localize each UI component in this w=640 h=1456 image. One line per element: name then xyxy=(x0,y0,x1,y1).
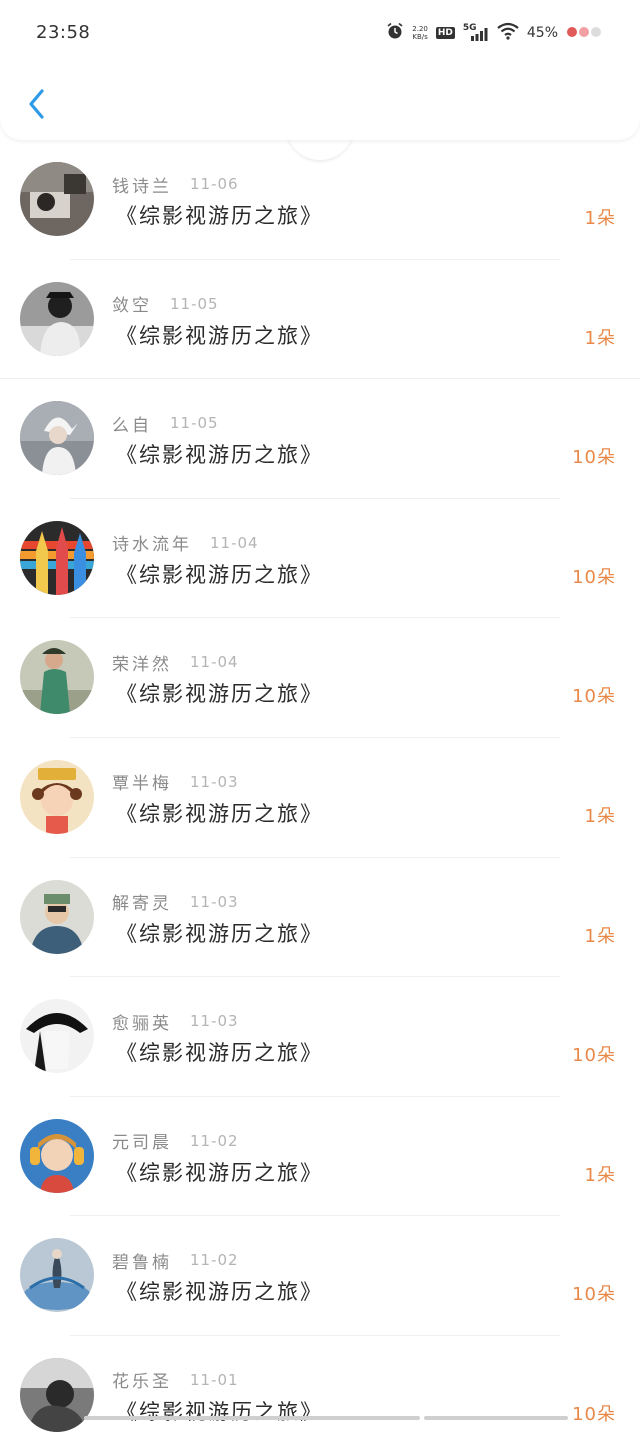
avatar xyxy=(20,401,94,476)
book-title: 《综影视游历之旅》 xyxy=(116,1280,323,1305)
book-title: 《综影视游历之旅》 xyxy=(116,323,323,348)
avatar xyxy=(20,162,94,236)
wifi-icon xyxy=(497,22,519,44)
back-button[interactable] xyxy=(18,84,54,124)
gift-amount: 10朵 xyxy=(572,447,616,469)
sender-name: 碧鲁楠 xyxy=(112,1252,172,1273)
gift-amount: 1朵 xyxy=(584,805,616,827)
gift-amount: 10朵 xyxy=(572,1403,616,1425)
list-item[interactable]: 敛空 11-05 《综影视游历之旅》 1朵 xyxy=(0,260,640,380)
scroll-indicator xyxy=(84,1416,420,1420)
record-meta: 覃半梅 11-03 xyxy=(112,771,239,795)
status-icons: 2.20 KB/s HD 5G 45% xyxy=(386,22,602,44)
sender-name: 元司晨 xyxy=(112,1133,172,1154)
sender-name: 钱诗兰 xyxy=(112,176,172,197)
gift-record-list: 钱诗兰 11-06 《综影视游历之旅》 1朵 敛空 11-05 《综影视游历之旅… xyxy=(0,140,640,1456)
list-item[interactable]: 碧鲁楠 11-02 《综影视游历之旅》 10朵 xyxy=(0,1216,640,1336)
record-date: 11-01 xyxy=(190,1370,239,1389)
list-item[interactable]: 覃半梅 11-03 《综影视游历之旅》 1朵 xyxy=(0,738,640,858)
book-title: 《综影视游历之旅》 xyxy=(116,1399,323,1424)
record-date: 11-03 xyxy=(190,892,239,911)
avatar xyxy=(20,1357,94,1432)
scroll-indicator xyxy=(424,1416,568,1420)
list-item[interactable]: 么自 11-05 《综影视游历之旅》 10朵 xyxy=(0,379,640,499)
sender-name: 花乐圣 xyxy=(112,1372,172,1393)
status-bar: 23:58 2.20 KB/s HD 5G 45% xyxy=(0,0,640,66)
record-date: 11-05 xyxy=(170,414,219,433)
network-speed: 2.20 KB/s xyxy=(412,25,428,41)
hd-badge: HD xyxy=(435,27,455,39)
list-item[interactable]: 愈骊英 11-03 《综影视游历之旅》 10朵 xyxy=(0,977,640,1097)
notification-icons xyxy=(566,24,602,43)
sender-name: 覃半梅 xyxy=(112,774,172,795)
alarm-icon xyxy=(386,22,404,44)
top-nav xyxy=(0,66,640,140)
sender-name: 愈骊英 xyxy=(112,1013,172,1034)
avatar xyxy=(20,640,94,715)
gift-amount: 10朵 xyxy=(572,1045,616,1067)
gift-amount: 10朵 xyxy=(572,686,616,708)
battery-level: 45% xyxy=(526,25,558,41)
record-meta: 花乐圣 11-01 xyxy=(112,1369,239,1393)
book-title: 《综影视游历之旅》 xyxy=(116,562,323,587)
gift-amount: 10朵 xyxy=(572,566,616,588)
record-meta: 碧鲁楠 11-02 xyxy=(112,1249,239,1273)
avatar xyxy=(20,1118,94,1193)
list-item[interactable]: 诗水流年 11-04 《综影视游历之旅》 10朵 xyxy=(0,499,640,619)
record-date: 11-02 xyxy=(190,1251,239,1270)
signal-icon: 5G xyxy=(463,23,489,43)
record-date: 11-05 xyxy=(170,294,219,313)
gift-amount: 1朵 xyxy=(584,925,616,947)
book-title: 《综影视游历之旅》 xyxy=(116,204,323,228)
record-date: 11-02 xyxy=(190,1131,239,1150)
avatar xyxy=(20,999,94,1074)
network-speed-unit: KB/s xyxy=(412,33,428,41)
record-meta: 敛空 11-05 xyxy=(112,293,219,317)
book-title: 《综影视游历之旅》 xyxy=(116,1160,323,1185)
avatar xyxy=(20,759,94,834)
book-title: 《综影视游历之旅》 xyxy=(116,682,323,707)
book-title: 《综影视游历之旅》 xyxy=(116,801,323,826)
record-date: 11-03 xyxy=(190,1012,239,1031)
record-date: 11-06 xyxy=(190,175,239,193)
sender-name: 诗水流年 xyxy=(112,535,192,556)
record-meta: 诗水流年 11-04 xyxy=(112,532,259,556)
sender-name: 么自 xyxy=(112,415,152,436)
book-title: 《综影视游历之旅》 xyxy=(116,921,323,946)
book-title: 《综影视游历之旅》 xyxy=(116,1041,323,1066)
record-meta: 解寄灵 11-03 xyxy=(112,891,239,915)
gift-amount: 1朵 xyxy=(584,208,616,229)
avatar xyxy=(20,520,94,595)
record-meta: 么自 11-05 xyxy=(112,412,219,436)
avatar xyxy=(20,879,94,954)
record-date: 11-04 xyxy=(210,533,259,552)
list-item[interactable]: 元司晨 11-02 《综影视游历之旅》 1朵 xyxy=(0,1097,640,1217)
network-speed-value: 2.20 xyxy=(412,25,428,33)
gift-amount: 10朵 xyxy=(572,1284,616,1306)
sender-name: 解寄灵 xyxy=(112,894,172,915)
record-meta: 元司晨 11-02 xyxy=(112,1130,239,1154)
gift-amount: 1朵 xyxy=(584,327,616,349)
chevron-left-icon xyxy=(29,89,44,119)
record-meta: 荣洋然 11-04 xyxy=(112,651,239,675)
record-date: 11-04 xyxy=(190,653,239,672)
gift-amount: 1朵 xyxy=(584,1164,616,1186)
book-title: 《综影视游历之旅》 xyxy=(116,443,323,468)
record-meta: 愈骊英 11-03 xyxy=(112,1010,239,1034)
record-meta: 钱诗兰 11-06 xyxy=(112,173,239,197)
sender-name: 荣洋然 xyxy=(112,654,172,675)
avatar xyxy=(20,1238,94,1313)
list-item[interactable]: 解寄灵 11-03 《综影视游历之旅》 1朵 xyxy=(0,858,640,978)
sender-name: 敛空 xyxy=(112,296,152,317)
record-date: 11-03 xyxy=(190,772,239,791)
avatar xyxy=(20,281,94,356)
list-item[interactable]: 荣洋然 11-04 《综影视游历之旅》 10朵 xyxy=(0,618,640,738)
status-time: 23:58 xyxy=(36,22,91,43)
list-item[interactable]: 花乐圣 11-01 《综影视游历之旅》 10朵 xyxy=(0,1336,640,1456)
